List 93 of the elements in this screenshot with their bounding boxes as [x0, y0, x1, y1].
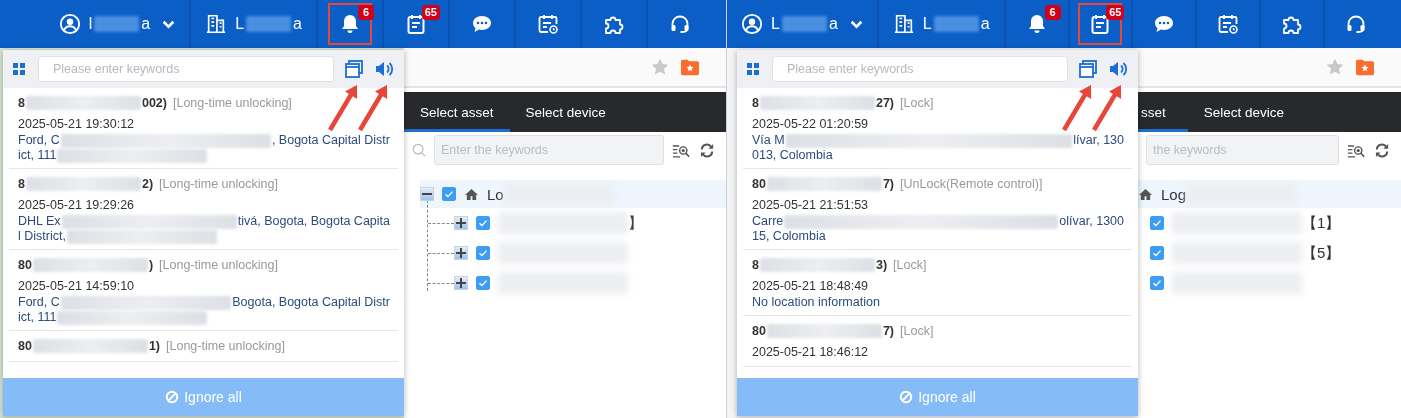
- event-time: 2025-05-21 19:30:12: [18, 116, 136, 133]
- calendar-icon: [536, 12, 560, 36]
- grid-icon[interactable]: [13, 63, 25, 75]
- star-icon[interactable]: [650, 57, 670, 77]
- annotation-arrow: [328, 85, 358, 132]
- event-time: 2025-05-21 21:51:53: [752, 197, 870, 214]
- search-field[interactable]: Enter the keywords: [434, 135, 664, 165]
- tab[interactable]: Select asset: [404, 92, 510, 132]
- address-text: No location information: [752, 295, 881, 310]
- tree-row[interactable]: 【5】: [1150, 238, 1401, 268]
- notes-button[interactable]: 65: [394, 3, 438, 45]
- count-badge: 6: [1044, 5, 1061, 20]
- device-id: 80 ): [18, 258, 154, 272]
- collapse-toggle[interactable]: [420, 187, 434, 201]
- speaker-icon[interactable]: [374, 59, 394, 79]
- event-time: 2025-05-21 18:46:12: [752, 344, 870, 361]
- address-text: Ford, C Bogota, Bogota Capital Distr ict, 111: [18, 295, 390, 325]
- device-id: 8 002): [18, 96, 167, 110]
- annotation-arrow: [1092, 85, 1122, 132]
- advanced-search-icon[interactable]: [1347, 142, 1365, 158]
- event-type: [Lock]: [893, 258, 927, 272]
- tab[interactable]: sset: [1138, 92, 1188, 132]
- tree-label: Lo: [487, 183, 614, 205]
- house-icon: [464, 187, 479, 201]
- speaker-icon[interactable]: [1108, 59, 1128, 79]
- expand-toggle[interactable]: [454, 216, 468, 230]
- avatar-icon[interactable]: [58, 13, 81, 35]
- event-type: [Long-time unlocking]: [166, 339, 285, 353]
- checkbox[interactable]: [476, 216, 490, 230]
- tab[interactable]: Select device: [509, 92, 622, 132]
- grid-icon[interactable]: [747, 63, 759, 75]
- address-text: Carre olívar, 1300 15, Colombia: [752, 214, 1124, 244]
- notifications-button[interactable]: 6: [328, 3, 372, 45]
- refresh-icon[interactable]: [698, 142, 716, 158]
- notifications-button[interactable]: 6: [1014, 3, 1059, 45]
- avatar-icon[interactable]: [741, 13, 764, 35]
- event-time: 2025-05-21 14:59:10: [18, 278, 136, 295]
- ban-icon: [165, 390, 180, 404]
- checkbox[interactable]: [1150, 216, 1164, 230]
- device-id: 8 3): [752, 258, 888, 272]
- notes-button[interactable]: 65: [1078, 3, 1123, 45]
- device-id: 80 1): [18, 339, 161, 353]
- windows-icon[interactable]: [344, 59, 364, 79]
- expand-toggle[interactable]: [454, 246, 468, 260]
- expand-toggle[interactable]: [454, 276, 468, 290]
- event-type: [Long-time unlocking]: [159, 258, 278, 272]
- event-time: 2025-05-21 18:48:49: [752, 278, 870, 295]
- count-badge: 65: [1106, 5, 1125, 20]
- address-text: Vía M lívar, 130 013, Colombia: [752, 133, 1124, 163]
- tree-row[interactable]: Log: [1138, 180, 1401, 208]
- checkbox[interactable]: [442, 187, 456, 201]
- tree-label: Log: [1161, 183, 1297, 205]
- device-id: 80 7): [752, 324, 895, 338]
- tree-row[interactable]: 】: [428, 208, 726, 238]
- count-badge: 65: [421, 5, 440, 20]
- annotation-arrow: [1062, 85, 1092, 132]
- search-field[interactable]: Please enter keywords: [772, 56, 1068, 82]
- windows-icon[interactable]: [1078, 59, 1098, 79]
- address-text: DHL Ex tivá, Bogota, Bogota Capita l District,: [18, 214, 390, 244]
- device-id: 8 27): [752, 96, 895, 110]
- checkbox[interactable]: [476, 276, 490, 290]
- event-time: 2025-05-21 19:29:26: [18, 197, 136, 214]
- event-type: [Long-time unlocking]: [159, 177, 278, 191]
- search-field[interactable]: the keywords: [1146, 135, 1339, 165]
- calendar-icon: [1216, 12, 1241, 36]
- chevron-down-icon[interactable]: [849, 19, 863, 29]
- device-id: 8 2): [18, 177, 154, 191]
- folder-icon[interactable]: [680, 58, 700, 76]
- event-type: [Long-time unlocking]: [173, 96, 292, 110]
- star-icon[interactable]: [1325, 57, 1345, 77]
- annotation-arrow: [358, 85, 388, 132]
- folder-icon[interactable]: [1355, 58, 1375, 76]
- event-time: 2025-05-22 01:20:59: [752, 116, 870, 133]
- building-icon[interactable]: [205, 13, 228, 35]
- checkbox[interactable]: [1150, 246, 1164, 260]
- address-text: Ford, C , Bogota Capital Distr ict, 111: [18, 133, 390, 163]
- tree-row[interactable]: Lo: [420, 180, 726, 208]
- advanced-search-icon[interactable]: [672, 142, 690, 158]
- chevron-down-icon[interactable]: [162, 19, 176, 29]
- tree-row[interactable]: 【1】: [1150, 208, 1401, 238]
- device-id: 80 7): [752, 177, 895, 191]
- ban-icon: [899, 390, 914, 404]
- tab[interactable]: Select device: [1187, 92, 1301, 132]
- count-badge: 6: [358, 5, 374, 20]
- checkbox[interactable]: [476, 246, 490, 260]
- search-field[interactable]: Please enter keywords: [38, 56, 334, 82]
- refresh-icon[interactable]: [1373, 142, 1391, 158]
- event-type: [Lock]: [900, 96, 934, 110]
- event-type: [Lock]: [900, 324, 934, 338]
- house-icon: [1138, 187, 1153, 201]
- building-icon[interactable]: [892, 13, 915, 35]
- checkbox[interactable]: [1150, 276, 1164, 290]
- event-type: [UnLock(Remote control)]: [900, 177, 1043, 191]
